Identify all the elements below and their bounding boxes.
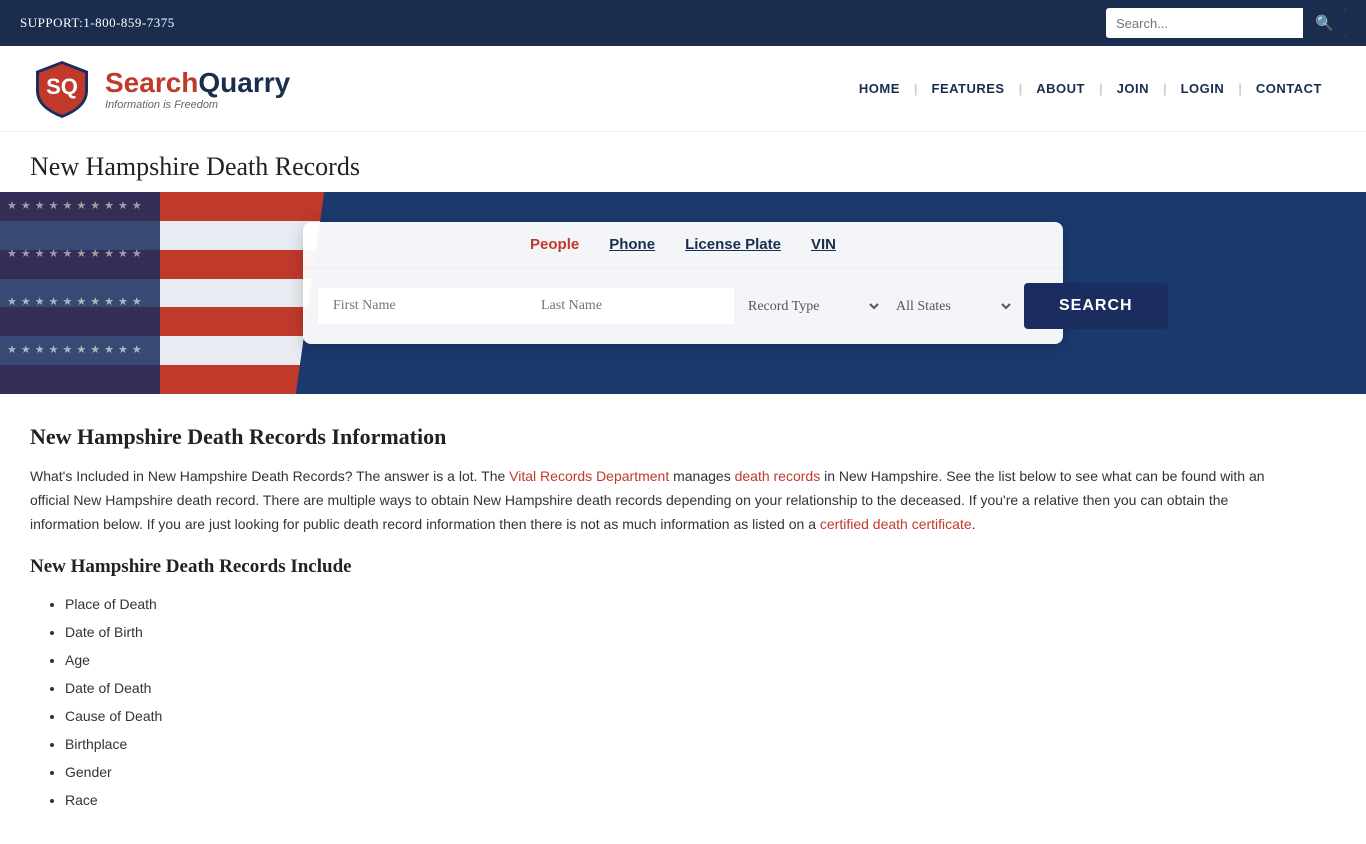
content-area: New Hampshire Death Records Information … xyxy=(0,394,1300,844)
logo-icon: SQ xyxy=(30,56,95,121)
last-name-input[interactable] xyxy=(526,288,734,324)
tab-vin[interactable]: VIN xyxy=(811,236,836,257)
record-type-select[interactable]: Record Type Background Check Criminal Re… xyxy=(734,288,882,325)
flag-background: ★★★★★ ★★★★★ ★★★★★ ★★★★★ ★★★★★ ★★★★★ ★★★★… xyxy=(0,192,350,394)
support-phone: SUPPORT:1-800-859-7375 xyxy=(20,15,175,31)
page-title: New Hampshire Death Records xyxy=(30,152,1336,182)
list-heading: New Hampshire Death Records Include xyxy=(30,556,1270,578)
list-item: Date of Death xyxy=(65,674,1270,702)
first-name-input[interactable] xyxy=(318,288,526,324)
list-item: Gender xyxy=(65,758,1270,786)
list-item: Age xyxy=(65,646,1270,674)
hero-banner: ★★★★★ ★★★★★ ★★★★★ ★★★★★ ★★★★★ ★★★★★ ★★★★… xyxy=(0,192,1366,394)
vital-records-link[interactable]: Vital Records Department xyxy=(509,468,669,484)
navbar: SQ SearchQuarry Information is Freedom H… xyxy=(0,46,1366,132)
certified-link[interactable]: certified death certificate xyxy=(820,516,972,532)
search-widget: People Phone License Plate VIN Record Ty… xyxy=(303,222,1063,344)
nav-home[interactable]: HOME xyxy=(845,76,914,101)
logo-area: SQ SearchQuarry Information is Freedom xyxy=(30,56,290,121)
list-item: Date of Birth xyxy=(65,618,1270,646)
logo-tagline: Information is Freedom xyxy=(105,99,290,111)
top-bar: SUPPORT:1-800-859-7375 🔍 xyxy=(0,0,1366,46)
top-search-input[interactable] xyxy=(1106,10,1303,37)
content-paragraph: What's Included in New Hampshire Death R… xyxy=(30,465,1270,536)
nav-links: HOME | FEATURES | ABOUT | JOIN | LOGIN |… xyxy=(845,76,1336,101)
nav-features[interactable]: FEATURES xyxy=(918,76,1019,101)
list-item: Cause of Death xyxy=(65,702,1270,730)
list-item: Birthplace xyxy=(65,730,1270,758)
logo-text: SearchQuarry Information is Freedom xyxy=(105,67,290,111)
search-form: Record Type Background Check Criminal Re… xyxy=(303,268,1063,344)
death-records-link[interactable]: death records xyxy=(735,468,821,484)
svg-text:SQ: SQ xyxy=(46,74,78,99)
state-select[interactable]: All States Alabama Alaska Arizona New Ha… xyxy=(882,288,1014,325)
records-list: Place of Death Date of Birth Age Date of… xyxy=(30,590,1270,814)
nav-login[interactable]: LOGIN xyxy=(1167,76,1239,101)
top-search-button[interactable]: 🔍 xyxy=(1303,8,1346,38)
list-item: Place of Death xyxy=(65,590,1270,618)
search-button[interactable]: SEARCH xyxy=(1024,283,1168,329)
nav-about[interactable]: ABOUT xyxy=(1022,76,1099,101)
content-main-heading: New Hampshire Death Records Information xyxy=(30,424,1270,450)
stars-background: ★★★★★ ★★★★★ ★★★★★ ★★★★★ ★★★★★ ★★★★★ ★★★★… xyxy=(0,192,160,394)
tab-people[interactable]: People xyxy=(530,236,579,257)
tab-phone[interactable]: Phone xyxy=(609,236,655,257)
logo-brand: SearchQuarry xyxy=(105,67,290,99)
top-search-bar[interactable]: 🔍 xyxy=(1106,8,1346,38)
page-title-area: New Hampshire Death Records xyxy=(0,132,1366,192)
tab-license-plate[interactable]: License Plate xyxy=(685,236,781,257)
list-item: Race xyxy=(65,786,1270,814)
nav-contact[interactable]: CONTACT xyxy=(1242,76,1336,101)
nav-join[interactable]: JOIN xyxy=(1103,76,1163,101)
search-tabs: People Phone License Plate VIN xyxy=(303,222,1063,268)
